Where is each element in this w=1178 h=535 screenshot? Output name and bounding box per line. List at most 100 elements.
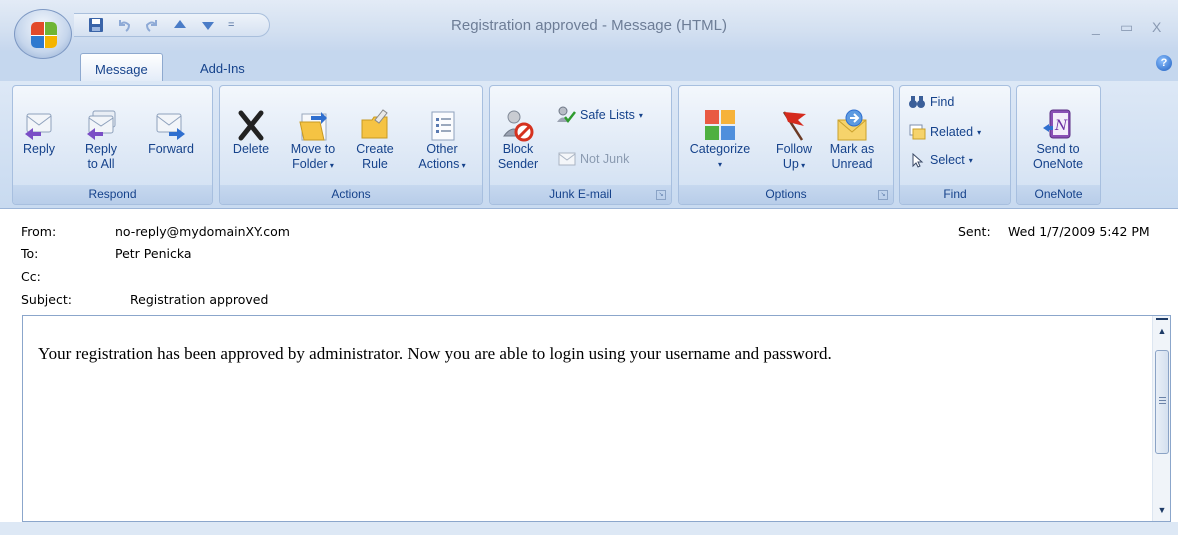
dropdown-arrow-icon: ▾ [459, 161, 466, 170]
group-find: Find Related ▾ Select ▾ Find [899, 85, 1011, 205]
send-to-onenote-label-line1: Send to [1036, 142, 1080, 156]
other-actions-button[interactable]: Other Actions ▾ [412, 108, 472, 173]
reply-all-button[interactable]: Reply to All [79, 108, 123, 172]
thumb-grip-icon [1159, 397, 1166, 398]
binoculars-icon [909, 96, 925, 108]
find-button[interactable]: Find [908, 94, 954, 110]
reply-all-label-line2: to All [87, 157, 115, 171]
follow-up-label-line2: Up [782, 157, 799, 171]
send-to-onenote-label-line2: OneNote [1032, 157, 1084, 171]
minimize-button[interactable]: _ [1092, 19, 1100, 35]
group-junk-email: Block Sender Safe Lists ▾ Not Junk Junk E… [489, 85, 672, 205]
from-label: From: [21, 224, 57, 239]
block-sender-button[interactable]: Block Sender [494, 108, 542, 172]
group-actions-label: Actions [220, 185, 482, 204]
options-dialog-launcher[interactable]: ↘ [878, 190, 888, 200]
safe-lists-label: Safe Lists [580, 108, 635, 122]
safe-lists-button[interactable]: Safe Lists ▾ [556, 106, 643, 124]
group-respond: Reply Reply to All Forward Respond [12, 85, 213, 205]
group-junk-email-label: Junk E-mail [490, 185, 671, 204]
related-icon [909, 124, 926, 140]
delete-label: Delete [232, 142, 270, 156]
reply-all-label-line1: Reply [85, 142, 117, 156]
tab-add-ins[interactable]: Add-Ins [186, 53, 259, 81]
mark-as-unread-button[interactable]: Mark as Unread [823, 108, 881, 172]
find-label: Find [930, 95, 955, 109]
vertical-scrollbar[interactable]: ▲ ▼ [1152, 316, 1170, 521]
svg-text:N: N [1054, 118, 1068, 134]
group-onenote: N Send to OneNote OneNote [1016, 85, 1101, 205]
not-junk-label: Not Junk [580, 152, 630, 166]
select-button[interactable]: Select ▾ [908, 152, 973, 168]
forward-label: Forward [148, 142, 194, 156]
block-sender-label-line2: Sender [497, 157, 539, 171]
junk-email-dialog-launcher[interactable]: ↘ [656, 190, 666, 200]
mark-as-unread-label-line2: Unread [831, 157, 873, 171]
close-button[interactable]: X [1152, 19, 1161, 35]
office-logo-icon [31, 22, 57, 48]
dropdown-arrow-icon: ▾ [798, 161, 806, 170]
tab-message[interactable]: Message [80, 53, 163, 81]
move-to-folder-button[interactable]: Move to Folder ▾ [284, 108, 342, 173]
maximize-button[interactable]: ▭ [1120, 19, 1133, 36]
to-label: To: [21, 246, 39, 261]
dropdown-arrow-icon: ▾ [968, 155, 973, 165]
not-junk-icon [558, 152, 576, 166]
dropdown-arrow-icon: ▾ [977, 127, 982, 137]
other-actions-label-line2: Actions [418, 157, 460, 171]
create-rule-label-line2: Rule [362, 157, 388, 171]
dropdown-arrow-icon: ▾ [717, 160, 722, 169]
group-onenote-label: OneNote [1017, 185, 1100, 204]
related-label: Related [930, 125, 974, 139]
help-icon[interactable]: ? [1156, 55, 1172, 71]
group-actions: Delete Move to Folder ▾ Create Rule Othe… [219, 85, 483, 205]
categorize-button[interactable]: Categorize ▾ [685, 108, 755, 172]
other-actions-label-line1: Other [426, 142, 458, 156]
categorize-icon [705, 110, 735, 140]
block-sender-icon [503, 110, 534, 142]
office-button[interactable] [14, 9, 72, 59]
safe-lists-icon [557, 106, 576, 124]
move-to-folder-label-line1: Move to [290, 142, 336, 156]
follow-up-flag-icon [782, 111, 806, 141]
move-to-folder-icon [299, 112, 327, 141]
not-junk-button[interactable]: Not Junk [558, 152, 629, 166]
group-find-label: Find [900, 185, 1010, 204]
send-to-onenote-button[interactable]: N Send to OneNote [1025, 108, 1091, 172]
to-recipient[interactable]: Petr Penicka [115, 246, 192, 261]
scroll-up-arrow-icon[interactable]: ▲ [1156, 325, 1168, 337]
create-rule-button[interactable]: Create Rule [352, 108, 398, 172]
related-button[interactable]: Related ▾ [908, 124, 981, 140]
message-body-text: Your registration has been approved by a… [38, 344, 832, 363]
dropdown-arrow-icon: ▾ [638, 110, 643, 120]
other-actions-icon [431, 111, 455, 141]
from-address[interactable]: no-reply@mydomainXY.com [115, 224, 290, 239]
ribbon-tabs: Message Add-Ins ? [0, 51, 1178, 81]
delete-icon [238, 110, 264, 141]
create-rule-icon [361, 109, 388, 139]
reply-all-icon [87, 110, 116, 140]
group-options-label: Options [679, 185, 893, 204]
scroll-down-arrow-icon[interactable]: ▼ [1156, 504, 1168, 516]
reply-button[interactable]: Reply [19, 108, 59, 157]
subject-value: Registration approved [130, 292, 269, 307]
follow-up-label-line1: Follow [775, 142, 813, 156]
mark-as-unread-label-line1: Mark as [829, 142, 875, 156]
follow-up-button[interactable]: Follow Up ▾ [769, 108, 819, 173]
delete-button[interactable]: Delete [228, 108, 274, 157]
forward-icon [156, 113, 185, 140]
message-body-pane[interactable]: Your registration has been approved by a… [22, 315, 1171, 522]
sent-date: Wed 1/7/2009 5:42 PM [1008, 224, 1150, 239]
scrollbar-thumb[interactable] [1155, 350, 1169, 454]
cursor-icon [912, 152, 924, 168]
reply-icon [25, 113, 52, 140]
window-title: Registration approved - Message (HTML) [451, 17, 727, 34]
select-label: Select [930, 153, 965, 167]
subject-label: Subject: [21, 292, 72, 307]
onenote-icon: N [1043, 109, 1071, 139]
create-rule-label-line1: Create [356, 142, 394, 156]
group-respond-label: Respond [13, 185, 212, 204]
cc-label: Cc: [21, 269, 41, 284]
forward-button[interactable]: Forward [141, 108, 201, 157]
reply-label: Reply [23, 142, 55, 156]
